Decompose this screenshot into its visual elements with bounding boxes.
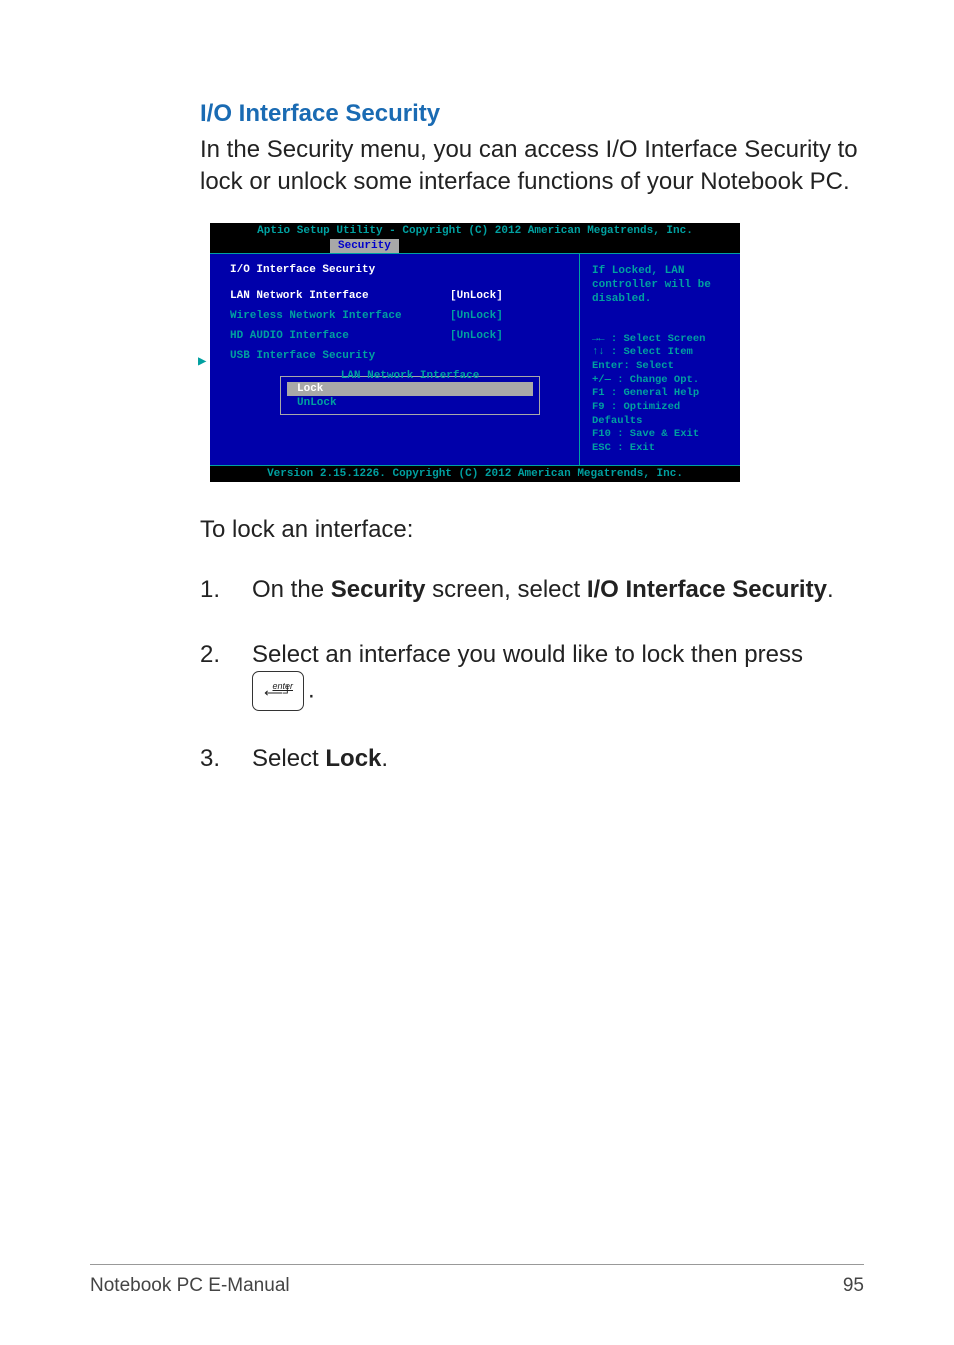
bios-item-label: Wireless Network Interface (230, 310, 450, 322)
bios-key-line: →← : Select Screen (592, 333, 728, 347)
enter-key-icon: enter ⟵┘ (252, 671, 304, 711)
step-text: On the (252, 576, 331, 603)
bios-tab-row: Security (210, 239, 740, 253)
bios-key-line: ESC : Exit (592, 442, 728, 456)
step-number: 1. (200, 574, 252, 606)
step-bold: Lock (325, 745, 381, 772)
bios-item-wireless: Wireless Network Interface [UnLock] (230, 310, 571, 322)
step-bold: Security (331, 576, 426, 603)
bios-key-hints: →← : Select Screen ↑↓ : Select Item Ente… (592, 333, 728, 456)
step-number: 3. (200, 743, 252, 775)
key-arrow-icon: ⟵┘ (253, 684, 303, 702)
bios-item-label: LAN Network Interface (230, 290, 450, 302)
bios-item-lan: LAN Network Interface [UnLock] (230, 290, 571, 302)
bios-item-hdaudio: HD AUDIO Interface [UnLock] (230, 330, 571, 342)
step-text: . (827, 576, 834, 603)
bios-screenshot: Aptio Setup Utility - Copyright (C) 2012… (210, 223, 740, 483)
bios-item-value: [UnLock] (450, 290, 503, 302)
bios-popup-option-unlock: UnLock (287, 396, 533, 410)
step-body: Select Lock. (252, 743, 864, 775)
bios-popup-title: LAN Network Interface (281, 370, 539, 382)
step-text: Select (252, 745, 325, 772)
step-3: 3. Select Lock. (200, 743, 864, 775)
submenu-arrow-icon: ▶ (198, 353, 206, 370)
step-list: 1. On the Security screen, select I/O In… (200, 574, 864, 775)
step-text: . (381, 745, 388, 772)
instruction-lead: To lock an interface: (200, 516, 864, 544)
bios-key-line: F10 : Save & Exit (592, 428, 728, 442)
bios-key-line: +/— : Change Opt. (592, 374, 728, 388)
step-text: . (308, 677, 315, 704)
bios-help-text: If Locked, LAN controller will be disabl… (592, 264, 728, 307)
bios-key-line: F9 : Optimized Defaults (592, 401, 728, 428)
bios-key-line: F1 : General Help (592, 387, 728, 401)
bios-popup: LAN Network Interface Lock UnLock (280, 376, 540, 415)
step-bold: I/O Interface Security (587, 576, 827, 603)
step-1: 1. On the Security screen, select I/O In… (200, 574, 864, 606)
bios-page-heading: I/O Interface Security (230, 264, 571, 276)
bios-key-line: Enter: Select (592, 360, 728, 374)
bios-item-value: [UnLock] (450, 310, 503, 322)
step-text: Select an interface you would like to lo… (252, 641, 803, 668)
bios-key-line: ↑↓ : Select Item (592, 346, 728, 360)
page-footer: Notebook PC E-Manual 95 (90, 1264, 864, 1297)
bios-utility-title: Aptio Setup Utility - Copyright (C) 2012… (210, 223, 740, 239)
footer-title: Notebook PC E-Manual (90, 1275, 290, 1297)
bios-submenu-usb: USB Interface Security (230, 350, 571, 362)
bios-footer: Version 2.15.1226. Copyright (C) 2012 Am… (210, 465, 740, 482)
step-body: Select an interface you would like to lo… (252, 639, 864, 711)
bios-item-label: HD AUDIO Interface (230, 330, 450, 342)
step-text: screen, select (425, 576, 586, 603)
page-number: 95 (843, 1275, 864, 1297)
bios-item-value: [UnLock] (450, 330, 503, 342)
bios-tab-security: Security (330, 239, 399, 253)
step-number: 2. (200, 639, 252, 711)
step-body: On the Security screen, select I/O Inter… (252, 574, 864, 606)
bios-popup-option-lock: Lock (287, 382, 533, 396)
section-heading: I/O Interface Security (200, 100, 864, 128)
step-2: 2. Select an interface you would like to… (200, 639, 864, 711)
intro-paragraph: In the Security menu, you can access I/O… (200, 134, 864, 199)
